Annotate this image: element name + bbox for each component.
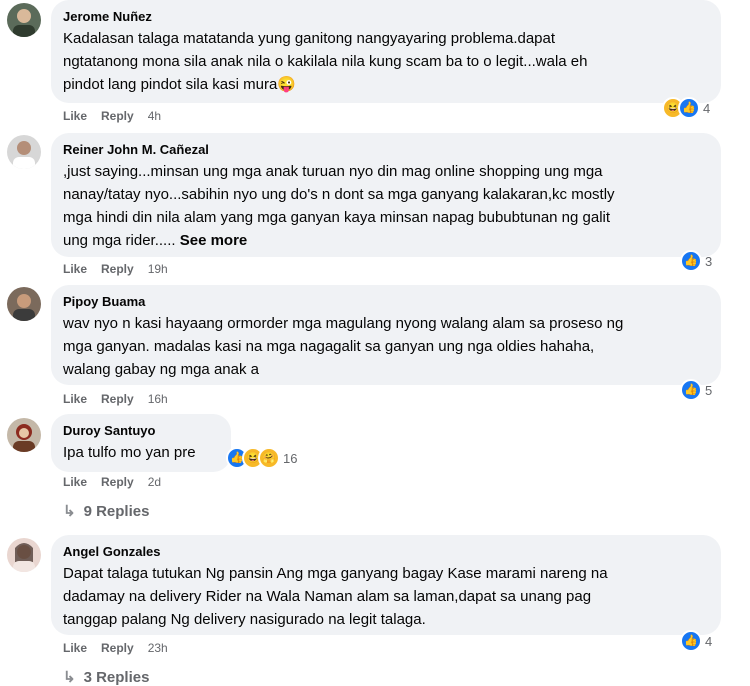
reaction-summary[interactable]: 👍 3 — [680, 250, 712, 272]
comment-actions: Like Reply 19h — [63, 262, 168, 276]
comment-timestamp[interactable]: 16h — [148, 392, 168, 406]
reaction-summary[interactable]: 👍 4 — [680, 630, 712, 652]
comment-actions: Like Reply 16h — [63, 392, 168, 406]
reply-arrow-icon: ↳ — [63, 503, 76, 520]
like-icon: 👍 — [680, 379, 702, 401]
like-button[interactable]: Like — [63, 392, 87, 406]
reply-button[interactable]: Reply — [101, 109, 134, 123]
avatar[interactable] — [7, 418, 41, 452]
comment-timestamp[interactable]: 23h — [148, 641, 168, 655]
like-button[interactable]: Like — [63, 641, 87, 655]
like-icon: 👍 — [680, 250, 702, 272]
comment-actions: Like Reply 23h — [63, 641, 168, 655]
reaction-summary[interactable]: 👍 😆 🤗 16 — [226, 447, 297, 469]
reply-button[interactable]: Reply — [101, 392, 134, 406]
comment-timestamp[interactable]: 2d — [148, 475, 161, 489]
comment-timestamp[interactable]: 19h — [148, 262, 168, 276]
reaction-count: 16 — [283, 450, 298, 466]
comment-bubble: Reiner John M. Cañezal ,just saying...mi… — [51, 133, 721, 257]
comment-author[interactable]: Jerome Nuñez — [63, 8, 709, 25]
like-button[interactable]: Like — [63, 109, 87, 123]
like-icon: 👍 — [680, 630, 702, 652]
view-replies-link[interactable]: ↳ 9 Replies — [63, 502, 150, 521]
replies-count: 3 Replies — [83, 668, 150, 686]
avatar[interactable] — [7, 135, 41, 169]
like-icon: 👍 — [678, 97, 700, 119]
avatar[interactable] — [7, 287, 41, 321]
reaction-count: 4 — [705, 633, 713, 649]
reaction-count: 5 — [705, 382, 713, 398]
comment-author[interactable]: Angel Gonzales — [63, 543, 709, 560]
replies-count: 9 Replies — [83, 502, 150, 520]
reaction-count: 4 — [703, 100, 711, 116]
comment-text: Ipa tulfo mo yan pre — [63, 444, 196, 461]
comment-bubble: Angel Gonzales Dapat talaga tutukan Ng p… — [51, 535, 721, 635]
comment-bubble: Jerome Nuñez Kadalasan talaga matatanda … — [51, 0, 721, 103]
comment-actions: Like Reply 2d — [63, 475, 161, 489]
reaction-summary[interactable]: 👍 5 — [680, 379, 712, 401]
reply-button[interactable]: Reply — [101, 262, 134, 276]
comment-text: Kadalasan talaga matatanda yung ganitong… — [63, 30, 588, 93]
reaction-summary[interactable]: 😆 👍 4 — [662, 97, 710, 119]
comment-author[interactable]: Duroy Santuyo — [63, 422, 219, 439]
reaction-count: 3 — [705, 253, 713, 269]
comment-bubble: Pipoy Buama wav nyo n kasi hayaang ormor… — [51, 285, 721, 385]
reply-arrow-icon: ↳ — [63, 669, 76, 686]
avatar[interactable] — [7, 538, 41, 572]
comment-author[interactable]: Reiner John M. Cañezal — [63, 141, 709, 158]
comment-author[interactable]: Pipoy Buama — [63, 293, 709, 310]
comment-actions: Like Reply 4h — [63, 109, 161, 123]
comment-text: wav nyo n kasi hayaang ormorder mga magu… — [63, 315, 624, 378]
reply-button[interactable]: Reply — [101, 641, 134, 655]
comment-timestamp[interactable]: 4h — [148, 109, 161, 123]
comment-text: ,just saying...minsan ung mga anak turua… — [63, 163, 615, 249]
comment-bubble: Duroy Santuyo Ipa tulfo mo yan pre — [51, 414, 231, 472]
like-button[interactable]: Like — [63, 262, 87, 276]
avatar[interactable] — [7, 3, 41, 37]
view-replies-link[interactable]: ↳ 3 Replies — [63, 668, 149, 686]
care-icon: 🤗 — [258, 447, 280, 469]
reply-button[interactable]: Reply — [101, 475, 134, 489]
comment-text: Dapat talaga tutukan Ng pansin Ang mga g… — [63, 565, 608, 628]
like-button[interactable]: Like — [63, 475, 87, 489]
see-more-link[interactable]: See more — [180, 232, 248, 249]
